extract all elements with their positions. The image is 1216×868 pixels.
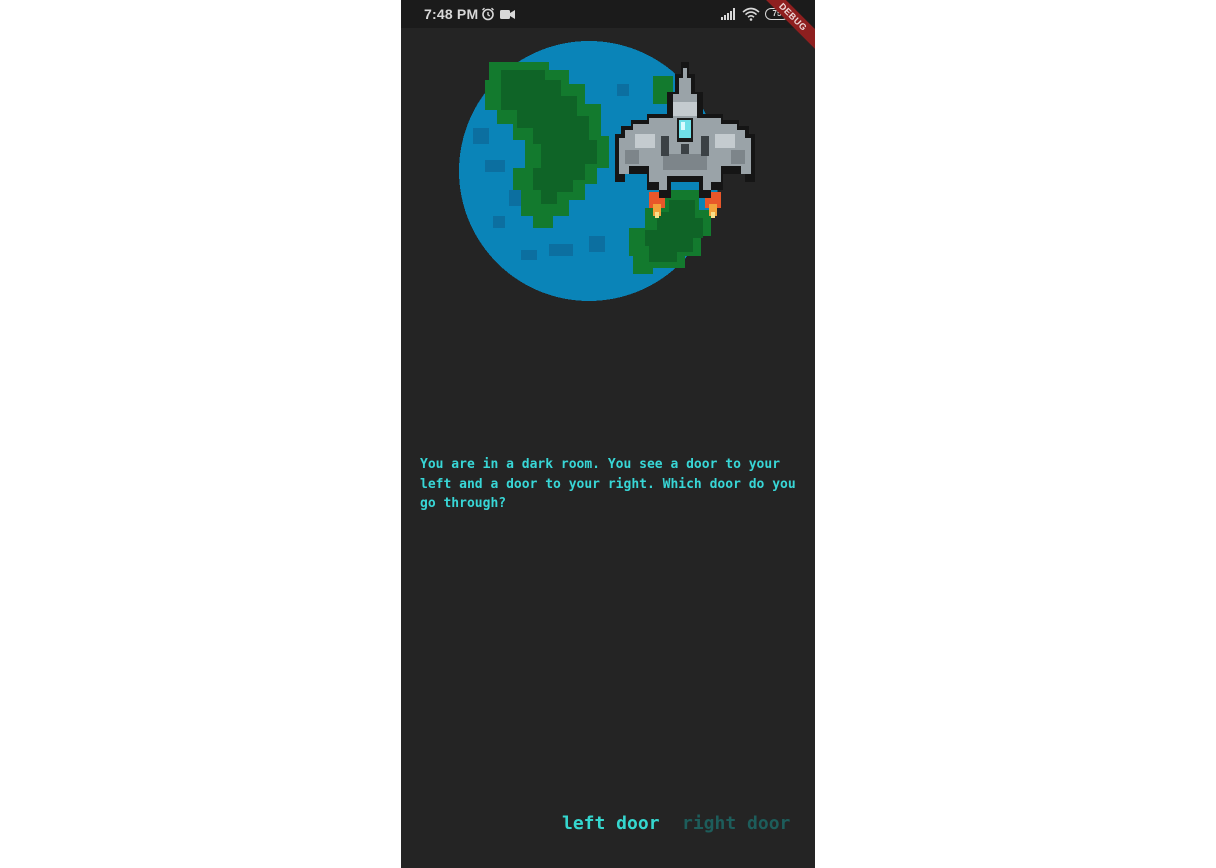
left-door-button[interactable]: left door: [562, 813, 660, 834]
video-camera-icon: [500, 10, 515, 19]
signal-icon: [721, 8, 735, 20]
scene-art: [459, 41, 755, 301]
wifi-icon: [742, 7, 760, 21]
status-bar: 7:48 PM 75 DEBUG: [401, 0, 815, 56]
story-text: You are in a dark room. You see a door t…: [420, 457, 796, 511]
right-door-button[interactable]: right door: [682, 813, 790, 834]
alarm-icon: [482, 7, 494, 21]
app-screen: 7:48 PM 75 DEBUG You are in a dark room.…: [401, 0, 815, 868]
status-time: 7:48 PM: [424, 6, 479, 22]
